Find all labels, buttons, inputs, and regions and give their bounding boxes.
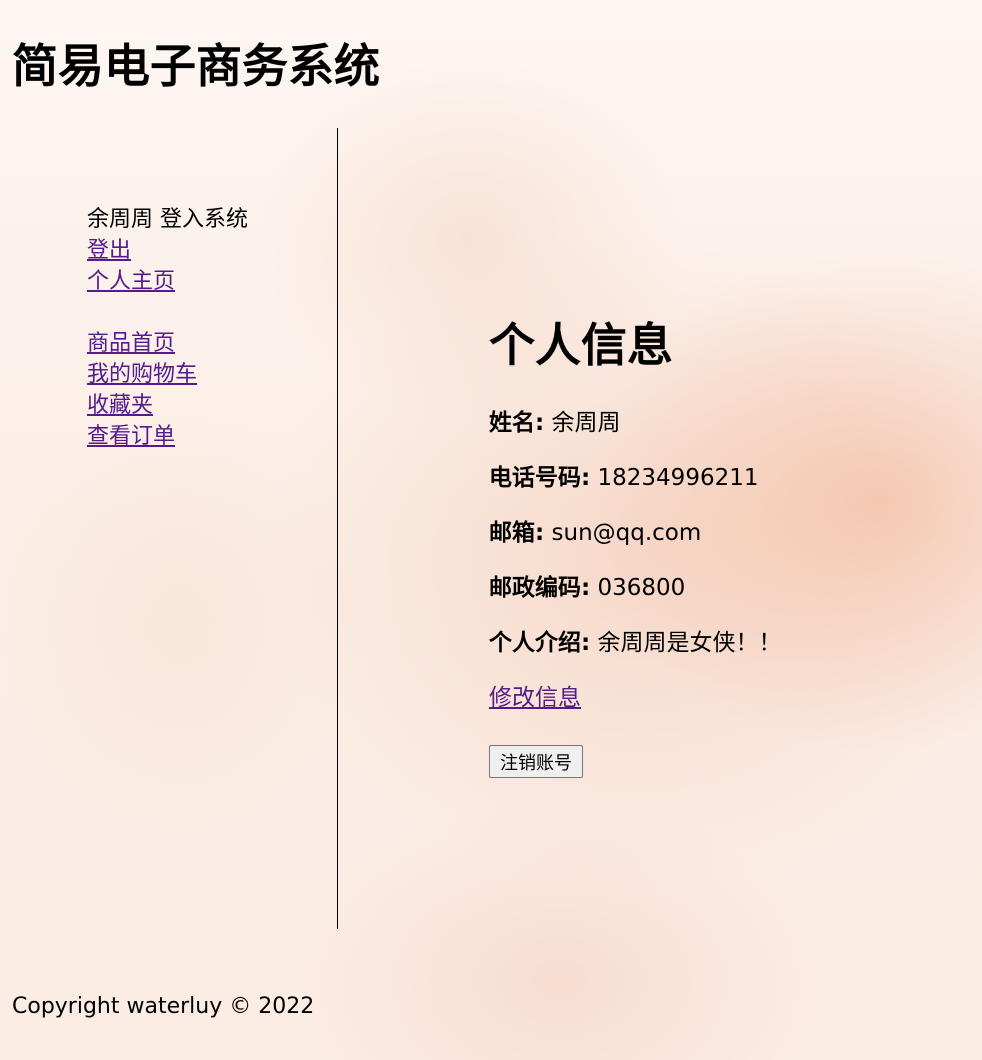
info-row-intro: 个人介绍: 余周周是女侠！！ bbox=[489, 627, 782, 659]
info-value-name: 余周周 bbox=[551, 410, 621, 436]
info-value-email: sun@qq.com bbox=[551, 520, 702, 546]
profile-link[interactable]: 个人主页 bbox=[87, 266, 317, 297]
info-label-name: 姓名: bbox=[489, 410, 545, 436]
info-row-name: 姓名: 余周周 bbox=[489, 407, 621, 439]
profile-heading: 个人信息 bbox=[489, 318, 673, 372]
edit-info-link[interactable]: 修改信息 bbox=[489, 682, 581, 714]
info-value-phone: 18234996211 bbox=[597, 465, 759, 491]
info-label-intro: 个人介绍: bbox=[489, 630, 591, 656]
info-row-postcode: 邮政编码: 036800 bbox=[489, 572, 685, 604]
info-value-postcode: 036800 bbox=[597, 575, 686, 601]
logout-link[interactable]: 登出 bbox=[87, 235, 317, 266]
sidebar: 余周周 登入系统 登出 个人主页 商品首页 我的购物车 收藏夹 查看订单 bbox=[87, 204, 317, 452]
info-row-email: 邮箱: sun@qq.com bbox=[489, 517, 701, 549]
vertical-divider bbox=[337, 128, 338, 929]
info-row-phone: 电话号码: 18234996211 bbox=[489, 462, 758, 494]
footer-copyright: Copyright waterluy © 2022 bbox=[12, 994, 315, 1019]
site-title: 简易电子商务系统 bbox=[12, 39, 380, 93]
nav-link-cart[interactable]: 我的购物车 bbox=[87, 359, 317, 390]
info-value-intro: 余周周是女侠！！ bbox=[597, 630, 782, 656]
info-label-email: 邮箱: bbox=[489, 520, 545, 546]
nav-link-favorites[interactable]: 收藏夹 bbox=[87, 390, 317, 421]
cancel-account-button[interactable]: 注销账号 bbox=[489, 745, 583, 778]
info-label-postcode: 邮政编码: bbox=[489, 575, 591, 601]
login-status: 余周周 登入系统 bbox=[87, 207, 248, 232]
info-label-phone: 电话号码: bbox=[489, 465, 591, 491]
nav-link-orders[interactable]: 查看订单 bbox=[87, 421, 317, 452]
nav-link-home[interactable]: 商品首页 bbox=[87, 328, 317, 359]
profile-panel: 个人信息 姓名: 余周周 电话号码: 18234996211 邮箱: sun@q… bbox=[489, 314, 959, 778]
